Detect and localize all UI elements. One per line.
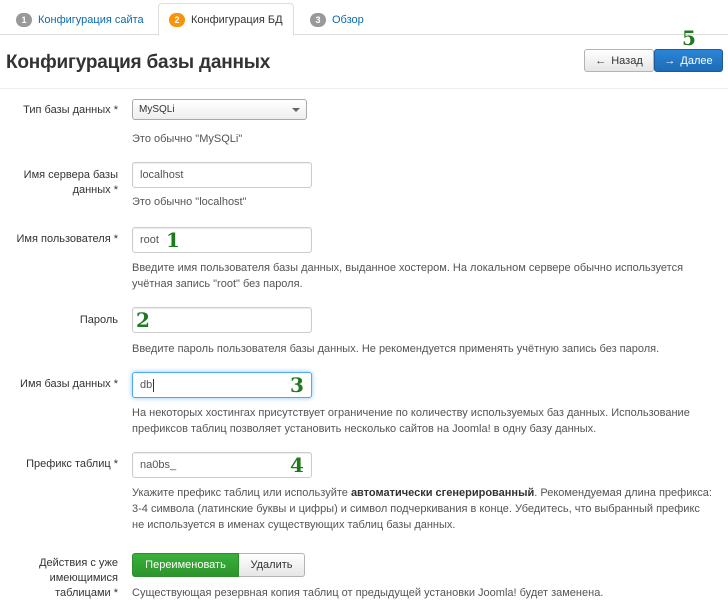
prefix-label: Префикс таблиц * xyxy=(26,458,118,470)
db-type-help: Это обычно "MySQLi" xyxy=(132,133,243,145)
prefix-help-line2: 3-4 символа (латинские буквы и цифры) и … xyxy=(132,503,700,515)
existing-tables-label-line3: таблицами * xyxy=(55,587,118,599)
existing-tables-label-line2: имеющимися xyxy=(49,572,118,584)
username-label: Имя пользователя * xyxy=(16,233,118,245)
next-button[interactable]: → Далее xyxy=(654,49,723,72)
delete-button[interactable]: Удалить xyxy=(239,553,305,577)
host-label-line2: данных * xyxy=(72,184,118,196)
tab-overview[interactable]: 3 Обзор xyxy=(300,3,374,36)
tab-site-config[interactable]: 1 Конфигурация сайта xyxy=(6,3,154,36)
host-value: localhost xyxy=(140,169,184,181)
password-help: Введите пароль пользователя базы данных.… xyxy=(132,343,660,355)
arrow-right-icon: → xyxy=(664,54,676,67)
page-title: Конфигурация базы данных xyxy=(6,52,271,73)
annotation-marker-5: 5 xyxy=(682,26,696,50)
username-help-line2: учётная запись "root" без пароля. xyxy=(132,278,303,290)
annotation-marker-4: 4 xyxy=(290,453,304,477)
db-name-help: На некоторых хостингах присутствует огра… xyxy=(132,405,690,437)
step-badge: 2 xyxy=(169,12,185,27)
password-input[interactable] xyxy=(132,307,312,333)
prefix-value: na0bs_ xyxy=(140,459,177,471)
prefix-input[interactable]: na0bs_ xyxy=(132,452,312,478)
prefix-help-line3: не используется в именах существующих та… xyxy=(132,519,456,531)
tab-db-config[interactable]: 2 Конфигурация БД xyxy=(158,3,294,36)
password-label: Пароль xyxy=(79,314,118,326)
rename-button[interactable]: Переименовать xyxy=(132,553,239,577)
step-badge: 3 xyxy=(310,12,326,27)
prefix-help-text-c: . Рекомендуемая длина префикса: xyxy=(534,487,712,499)
username-input[interactable]: root xyxy=(132,227,312,253)
db-name-help-line2: префиксов таблиц позволяет установить не… xyxy=(132,423,597,435)
db-name-help-line1: На некоторых хостингах присутствует огра… xyxy=(132,407,690,419)
prefix-help-emphasis: автоматически сгенерированный xyxy=(350,487,535,499)
host-label: Имя сервера базы данных * xyxy=(0,168,118,198)
host-help: Это обычно "localhost" xyxy=(132,196,247,208)
existing-tables-label-line1: Действия с уже xyxy=(39,557,118,569)
chevron-down-icon xyxy=(292,108,300,112)
annotation-marker-3: 3 xyxy=(290,373,304,397)
host-label-line1: Имя сервера базы xyxy=(23,169,118,181)
arrow-left-icon: ← xyxy=(595,54,607,67)
tab-label: Конфигурация БД xyxy=(191,13,283,26)
db-type-select[interactable]: MySQLi xyxy=(132,99,307,120)
username-value: root xyxy=(140,234,159,246)
divider xyxy=(0,88,728,89)
prefix-help-line1: Укажите префикс таблиц или используйте а… xyxy=(132,485,712,501)
username-help: Введите имя пользователя базы данных, вы… xyxy=(132,260,683,292)
annotation-marker-2: 2 xyxy=(136,308,150,332)
db-type-label: Тип базы данных * xyxy=(23,104,118,116)
text-caret xyxy=(153,378,155,392)
existing-tables-label: Действия с уже имеющимися таблицами * xyxy=(0,556,118,601)
back-button[interactable]: ← Назад xyxy=(584,49,654,72)
host-input[interactable]: localhost xyxy=(132,162,312,188)
username-help-line1: Введите имя пользователя базы данных, вы… xyxy=(132,262,684,274)
db-name-label: Имя базы данных * xyxy=(20,378,118,390)
back-button-label: Назад xyxy=(611,54,643,67)
tab-label: Конфигурация сайта xyxy=(38,13,144,26)
annotation-marker-1: 1 xyxy=(166,228,180,252)
next-button-label: Далее xyxy=(680,54,713,67)
existing-tables-help: Существующая резервная копия таблиц от п… xyxy=(132,587,604,599)
wizard-tabs: 1 Конфигурация сайта 2 Конфигурация БД 3… xyxy=(0,0,728,36)
prefix-help: Укажите префикс таблиц или используйте а… xyxy=(132,485,712,533)
step-badge: 1 xyxy=(16,12,32,27)
tab-label: Обзор xyxy=(332,13,364,26)
db-type-value: MySQLi xyxy=(139,104,175,115)
db-name-value: db xyxy=(140,379,153,391)
prefix-help-text-a: Укажите префикс таблиц или используйте xyxy=(132,487,351,499)
db-name-input[interactable]: db xyxy=(132,372,312,398)
